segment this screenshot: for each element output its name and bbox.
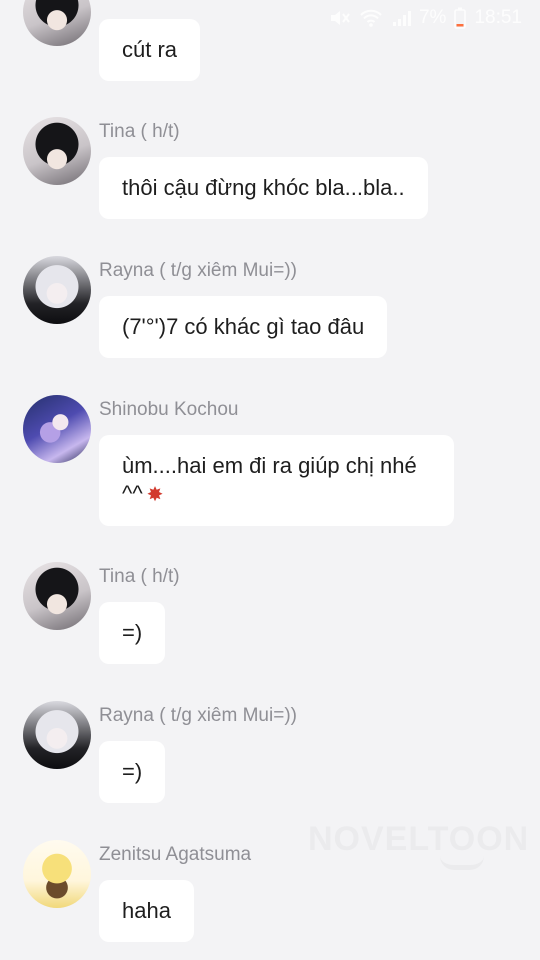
battery-percent: 7% (418, 7, 447, 28)
wifi-icon (359, 8, 383, 28)
watermark-smile (440, 856, 484, 870)
dark-hair-avatar[interactable] (23, 562, 91, 630)
watermark: NOVELTOON (308, 820, 530, 858)
message-bubble[interactable]: thôi cậu đừng khóc bla...bla.. (99, 157, 428, 219)
sender-name: Rayna ( t/g xiêm Mui=)) (99, 260, 297, 281)
zenitsu-avatar[interactable] (23, 840, 91, 908)
sender-name: Tina ( h/t) (99, 566, 180, 587)
message-bubble[interactable]: (7'°')7 có khác gì tao đâu (99, 296, 388, 358)
sender-name: Tina ( h/t) (99, 121, 180, 142)
anger-icon: ✸ (146, 484, 164, 506)
sender-name: Zenitsu Agatsuma (99, 844, 252, 865)
status-bar: 7% 18:51 (0, 0, 540, 36)
chat-screen: 7% 18:51 cút ra Tina ( h/t) thôi cậu đừn… (0, 0, 540, 960)
message-bubble[interactable]: ùm....hai em đi ra giúp chị nhé ^^ ✸ (99, 435, 454, 526)
sender-name: Rayna ( t/g xiêm Mui=)) (99, 705, 297, 726)
dark-hair-avatar[interactable] (23, 117, 91, 185)
message-bubble[interactable]: haha (99, 880, 194, 942)
signal-icon (391, 9, 411, 27)
message-bubble[interactable]: =) (99, 602, 166, 664)
battery-icon (454, 7, 467, 29)
mute-icon (329, 8, 351, 28)
shinobu-avatar[interactable] (23, 395, 91, 463)
clock: 18:51 (474, 7, 522, 28)
white-hair-avatar[interactable] (23, 701, 91, 769)
white-hair-avatar[interactable] (23, 256, 91, 324)
sender-name: Shinobu Kochou (99, 399, 239, 420)
message-text: ùm....hai em đi ra giúp chị nhé ^^ (122, 453, 417, 506)
message-bubble[interactable]: =) (99, 741, 166, 803)
